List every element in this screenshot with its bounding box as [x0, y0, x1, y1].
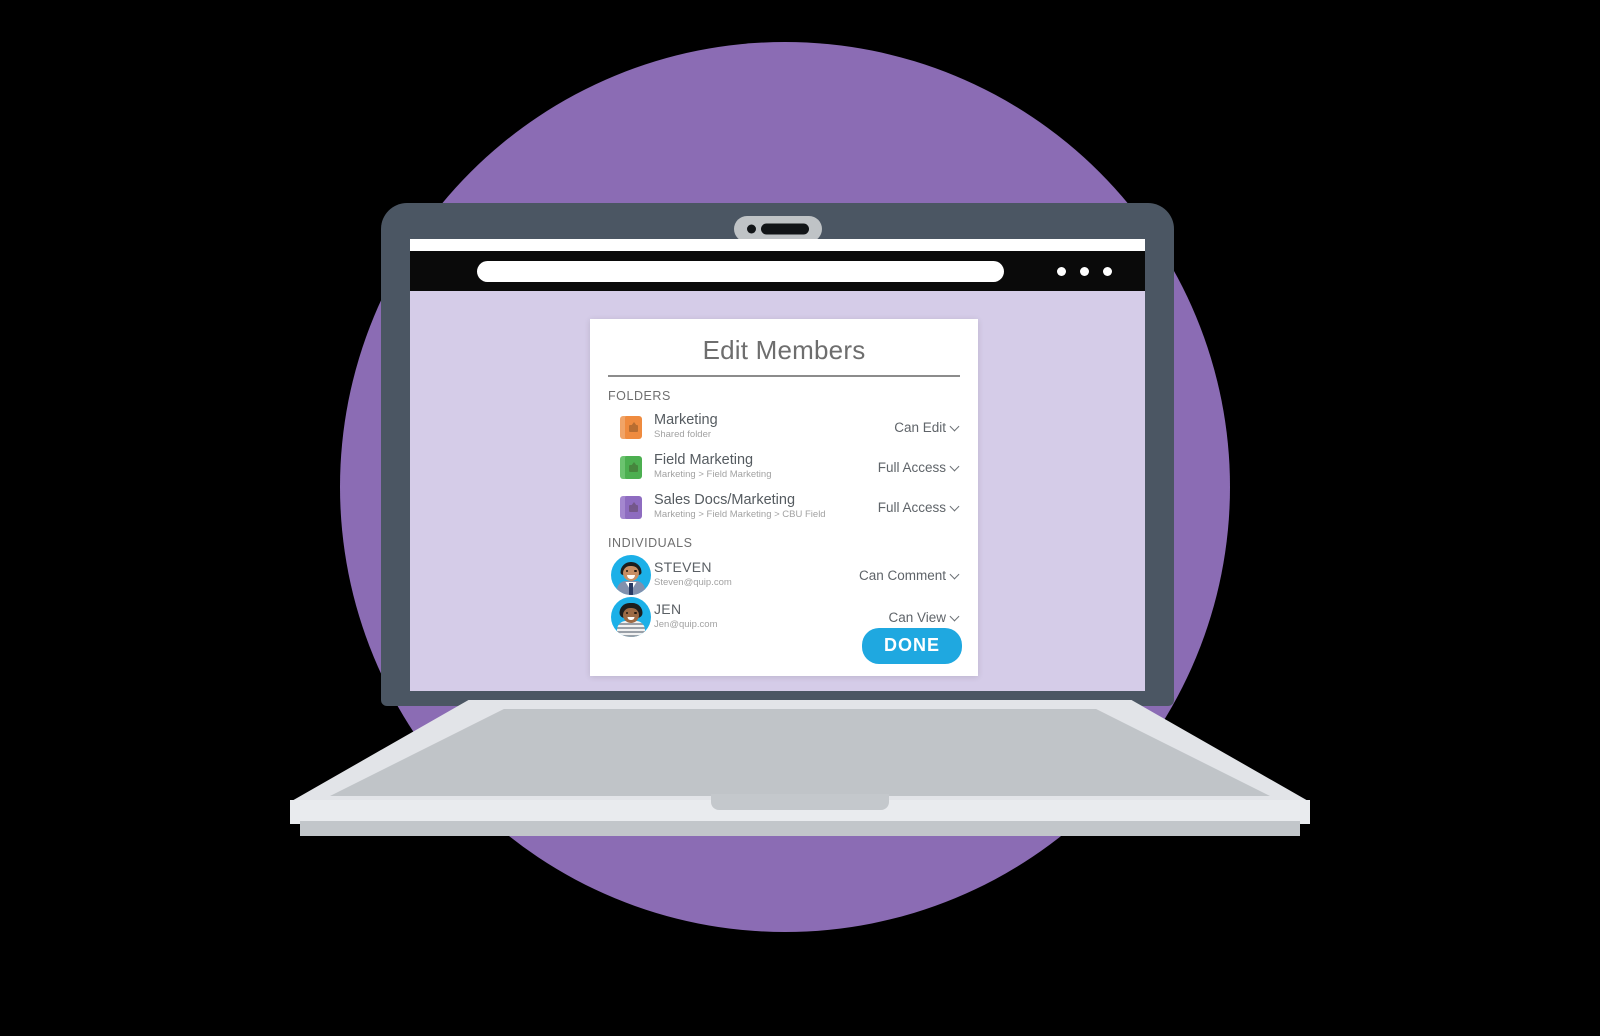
individual-row-steven[interactable]: STEVEN Steven@quip.com Can Comment: [608, 554, 960, 596]
chevron-down-icon: [951, 462, 960, 471]
individual-name: STEVEN: [654, 559, 712, 576]
folder-name: Sales Docs/Marketing: [654, 492, 796, 509]
permission-dropdown-marketing[interactable]: Can Edit: [894, 420, 960, 435]
permission-dropdown-field-marketing[interactable]: Full Access: [878, 460, 960, 475]
folder-icon-wrap: [608, 495, 654, 520]
permission-label: Can Comment: [858, 567, 946, 583]
laptop-base-shadow: [300, 821, 1300, 836]
folder-subtitle: Marketing > Field Marketing > CBU Field: [654, 509, 826, 521]
laptop-illustration: Edit Members FOLDERS Marketing Shared fo…: [0, 0, 1600, 1036]
permission-label: Full Access: [877, 499, 946, 515]
webcam-lens-icon: [746, 224, 756, 234]
laptop-base: [0, 700, 1600, 860]
section-header-folders: FOLDERS: [608, 389, 671, 403]
individual-email: Steven@quip.com: [654, 577, 732, 589]
browser-toolbar: [410, 251, 1145, 291]
dialog-footer: DONE: [861, 628, 962, 664]
folder-row-sales-docs-marketing[interactable]: Sales Docs/Marketing Marketing > Field M…: [608, 487, 960, 527]
folder-icon-wrap: [608, 415, 654, 440]
address-bar[interactable]: [477, 261, 1004, 282]
folder-icon: [620, 455, 642, 480]
folder-name: Marketing: [654, 412, 718, 429]
folder-info: Marketing Shared folder: [654, 412, 894, 442]
webcam-bar: [760, 223, 809, 235]
folder-icon-wrap: [608, 455, 654, 480]
permission-label: Can View: [888, 609, 946, 625]
dialog-title: Edit Members: [702, 335, 866, 365]
folder-icon: [620, 415, 642, 440]
section-header-individuals: INDIVIDUALS: [608, 536, 693, 550]
avatar: [611, 555, 651, 595]
laptop-lid: Edit Members FOLDERS Marketing Shared fo…: [381, 203, 1174, 706]
permission-label: Can Edit: [894, 419, 946, 435]
individual-info: JEN Jen@quip.com: [654, 602, 888, 631]
laptop-trackpad-notch: [711, 794, 889, 810]
done-button[interactable]: DONE: [861, 628, 962, 664]
browser-menu-dots-icon[interactable]: [1057, 267, 1112, 276]
browser-viewport: Edit Members FOLDERS Marketing Shared fo…: [410, 291, 1145, 691]
avatar: [611, 597, 651, 637]
illustration-stage: Edit Members FOLDERS Marketing Shared fo…: [0, 0, 1600, 1036]
folder-row-field-marketing[interactable]: Field Marketing Marketing > Field Market…: [608, 447, 960, 487]
individual-email: Jen@quip.com: [654, 619, 718, 631]
browser-tab-strip: [410, 239, 1145, 251]
avatar-wrap: [608, 597, 654, 637]
folder-info: Field Marketing Marketing > Field Market…: [654, 452, 878, 482]
chevron-down-icon: [951, 502, 960, 511]
permission-dropdown-jen[interactable]: Can View: [888, 610, 960, 625]
edit-members-dialog: Edit Members FOLDERS Marketing Shared fo…: [590, 319, 978, 676]
dialog-body: FOLDERS Marketing Shared folder Can Edit…: [590, 377, 978, 638]
individual-name: JEN: [654, 601, 682, 618]
menu-dot-3: [1103, 267, 1112, 276]
individual-info: STEVEN Steven@quip.com: [654, 560, 859, 589]
folder-row-marketing[interactable]: Marketing Shared folder Can Edit: [608, 407, 960, 447]
permission-dropdown-steven[interactable]: Can Comment: [859, 568, 960, 583]
permission-label: Full Access: [877, 459, 946, 475]
chevron-down-icon: [951, 570, 960, 579]
folder-info: Sales Docs/Marketing Marketing > Field M…: [654, 492, 878, 522]
menu-dot-2: [1080, 267, 1089, 276]
menu-dot-1: [1057, 267, 1066, 276]
avatar-wrap: [608, 555, 654, 595]
chevron-down-icon: [951, 612, 960, 621]
laptop-screen: Edit Members FOLDERS Marketing Shared fo…: [410, 239, 1145, 691]
chevron-down-icon: [951, 422, 960, 431]
folder-icon: [620, 495, 642, 520]
folder-subtitle: Shared folder: [654, 429, 712, 441]
folder-subtitle: Marketing > Field Marketing: [654, 469, 772, 481]
permission-dropdown-sales-docs-marketing[interactable]: Full Access: [878, 500, 960, 515]
folder-name: Field Marketing: [654, 452, 754, 469]
